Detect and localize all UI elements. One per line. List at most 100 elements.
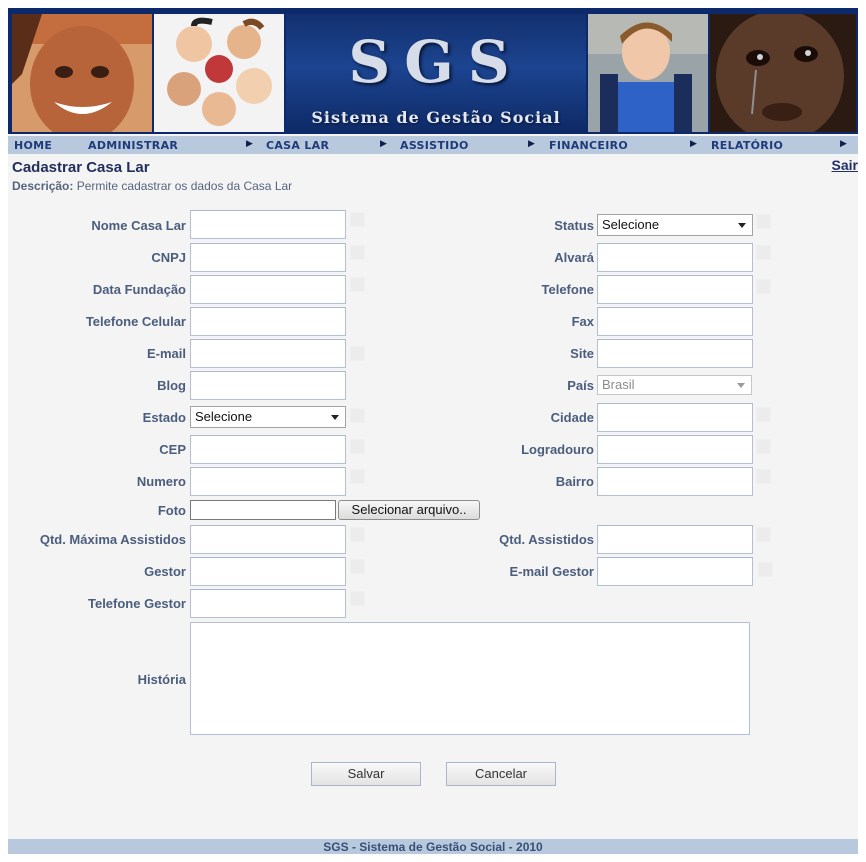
logradouro-input[interactable]: [597, 435, 753, 464]
required-indicator: [350, 245, 365, 260]
site-input[interactable]: [597, 339, 753, 368]
required-indicator: [350, 408, 365, 423]
email-gestor-input[interactable]: [597, 557, 753, 586]
label-cidade: Cidade: [550, 410, 594, 425]
numero-input[interactable]: [190, 467, 346, 496]
foto-file-input[interactable]: [190, 500, 336, 520]
chevron-down-icon: [737, 383, 745, 388]
menu-item-relatorio[interactable]: RELATÓRIO: [711, 139, 783, 152]
label-numero: Numero: [136, 474, 186, 489]
label-logradouro: Logradouro: [521, 442, 594, 457]
required-indicator: [756, 527, 771, 542]
label-telefone-celular: Telefone Celular: [85, 314, 186, 329]
pais-select[interactable]: Brasil: [597, 375, 752, 395]
menu-arrow-icon: ▶: [840, 139, 847, 149]
label-qtd-assistidos: Qtd. Assistidos: [499, 532, 594, 547]
label-nome-casa-lar: Nome Casa Lar: [91, 218, 186, 233]
qtd-maxima-assistidos-input[interactable]: [190, 525, 346, 554]
required-indicator: [756, 439, 771, 454]
menu-item-administrar[interactable]: ADMINISTRAR: [88, 139, 178, 152]
banner-logo-panel: SGS Sistema de Gestão Social: [286, 14, 586, 132]
status-selected-value: Selecione: [602, 217, 660, 232]
menu-arrow-icon: ▶: [246, 139, 253, 149]
label-fax: Fax: [571, 314, 594, 329]
required-indicator: [350, 527, 365, 542]
label-pais: País: [567, 378, 594, 393]
cidade-input[interactable]: [597, 403, 753, 432]
required-indicator: [758, 562, 773, 577]
label-blog: Blog: [157, 378, 186, 393]
label-cep: CEP: [159, 442, 186, 457]
menu-item-home[interactable]: HOME: [14, 139, 52, 152]
required-indicator: [756, 469, 771, 484]
label-alvara: Alvará: [554, 250, 594, 265]
footer: SGS - Sistema de Gestão Social - 2010: [8, 839, 858, 854]
fax-input[interactable]: [597, 307, 753, 336]
banner-subtitle: Sistema de Gestão Social: [311, 108, 561, 127]
historia-textarea[interactable]: [190, 622, 750, 735]
banner-photo-child-crying: [710, 14, 856, 132]
required-indicator: [350, 469, 365, 484]
label-status: Status: [554, 218, 594, 233]
menu-arrow-icon: ▶: [528, 139, 535, 149]
label-telefone-gestor: Telefone Gestor: [87, 596, 186, 611]
label-data-fundacao: Data Fundação: [92, 282, 186, 297]
blog-input[interactable]: [190, 371, 346, 400]
cancel-button[interactable]: Cancelar: [446, 762, 556, 786]
required-indicator: [756, 407, 771, 422]
menu-item-assistido[interactable]: ASSISTIDO: [400, 139, 469, 152]
data-fundacao-input[interactable]: [190, 275, 346, 304]
telefone-celular-input[interactable]: [190, 307, 346, 336]
menu-item-casa-lar[interactable]: CASA LAR: [266, 139, 329, 152]
nome-casa-lar-input[interactable]: [190, 210, 346, 239]
chevron-down-icon: [738, 223, 746, 228]
label-estado: Estado: [142, 410, 186, 425]
required-indicator: [756, 245, 771, 260]
status-select[interactable]: Selecione: [597, 214, 753, 236]
cep-input[interactable]: [190, 435, 346, 464]
alvara-input[interactable]: [597, 243, 753, 272]
email-input[interactable]: [190, 339, 346, 368]
label-telefone: Telefone: [541, 282, 595, 297]
telefone-input[interactable]: [597, 275, 753, 304]
page-description: Descrição: Permite cadastrar os dados da…: [12, 179, 292, 193]
header-banner: SGS Sistema de Gestão Social: [8, 8, 858, 134]
estado-select[interactable]: Selecione: [190, 406, 346, 428]
menu-arrow-icon: ▶: [690, 139, 697, 149]
required-indicator: [756, 279, 771, 294]
required-indicator: [350, 559, 365, 574]
page-frame: SGS Sistema de Gestão Social HOME ADMINI…: [8, 8, 858, 854]
required-indicator: [350, 277, 365, 292]
required-indicator: [756, 214, 771, 229]
bairro-input[interactable]: [597, 467, 753, 496]
gestor-input[interactable]: [190, 557, 346, 586]
label-qtd-maxima-assistidos: Qtd. Máxima Assistidos: [39, 532, 186, 547]
menu-item-financeiro[interactable]: FINANCEIRO: [549, 139, 628, 152]
estado-selected-value: Selecione: [195, 409, 253, 424]
label-email: E-mail: [146, 346, 186, 361]
sgs-logo: SGS: [348, 28, 524, 96]
label-site: Site: [570, 346, 594, 361]
required-indicator: [350, 346, 365, 361]
label-cnpj: CNPJ: [151, 250, 186, 265]
page-title: Cadastrar Casa Lar: [12, 159, 150, 176]
required-indicator: [350, 439, 365, 454]
label-foto: Foto: [157, 503, 186, 518]
required-indicator: [350, 591, 365, 606]
banner-photo-kids-circle: [154, 14, 284, 132]
logout-link[interactable]: Sair: [832, 157, 858, 173]
select-file-button[interactable]: Selecionar arquivo..: [338, 500, 480, 520]
description-text: Permite cadastrar os dados da Casa Lar: [76, 179, 293, 193]
chevron-down-icon: [331, 415, 339, 420]
save-button[interactable]: Salvar: [311, 762, 421, 786]
cnpj-input[interactable]: [190, 243, 346, 272]
qtd-assistidos-input[interactable]: [597, 525, 753, 554]
label-email-gestor: E-mail Gestor: [509, 564, 594, 579]
label-gestor: Gestor: [144, 564, 186, 579]
pais-selected-value: Brasil: [602, 377, 635, 392]
description-label: Descrição:: [12, 179, 74, 193]
label-historia: História: [137, 672, 186, 687]
telefone-gestor-input[interactable]: [190, 589, 346, 618]
main-menu: HOME ADMINISTRAR ▶ CASA LAR ▶ ASSISTIDO …: [8, 136, 858, 154]
required-indicator: [350, 212, 365, 227]
